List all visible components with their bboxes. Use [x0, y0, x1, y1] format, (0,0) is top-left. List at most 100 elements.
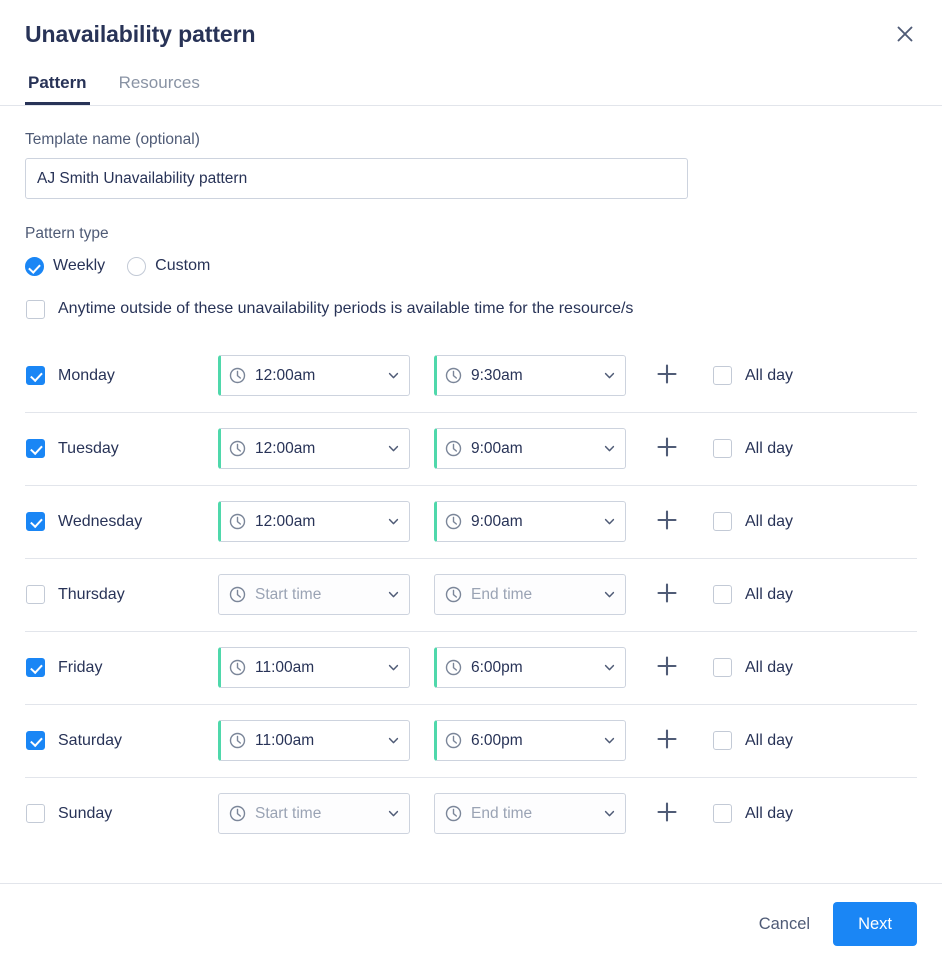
all-day-toggle-thursday[interactable]: All day — [713, 585, 793, 605]
chevron-down-icon[interactable] — [387, 807, 400, 820]
end-time-value: End time — [471, 585, 594, 605]
day-checkbox-thursday[interactable] — [26, 585, 45, 604]
chevron-down-icon[interactable] — [387, 442, 400, 455]
cancel-button[interactable]: Cancel — [744, 904, 825, 944]
chevron-down-icon[interactable] — [603, 661, 616, 674]
all-day-checkbox-saturday[interactable] — [713, 731, 732, 750]
chevron-down-icon[interactable] — [603, 588, 616, 601]
start-time-select-thursday[interactable]: Start time — [218, 574, 410, 615]
anytime-outside-checkbox[interactable] — [26, 300, 45, 319]
end-time-value: 9:00am — [471, 512, 594, 532]
radio-option-weekly[interactable]: Weekly — [25, 256, 105, 276]
chevron-down-icon[interactable] — [387, 515, 400, 528]
day-toggle-saturday[interactable]: Saturday — [25, 731, 218, 751]
chevron-down-icon[interactable] — [603, 369, 616, 382]
day-checkbox-sunday[interactable] — [26, 804, 45, 823]
tab-pattern[interactable]: Pattern — [25, 73, 90, 105]
day-checkbox-friday[interactable] — [26, 658, 45, 677]
add-time-range-button-wednesday[interactable] — [651, 506, 683, 538]
chevron-down-icon[interactable] — [387, 369, 400, 382]
all-day-toggle-monday[interactable]: All day — [713, 366, 793, 386]
start-time-value: 11:00am — [255, 731, 378, 751]
clock-icon — [229, 586, 246, 603]
add-time-range-button-friday[interactable] — [651, 652, 683, 684]
all-day-toggle-friday[interactable]: All day — [713, 658, 793, 678]
chevron-down-icon[interactable] — [387, 661, 400, 674]
start-time-value: 12:00am — [255, 439, 378, 459]
end-time-value: 9:00am — [471, 439, 594, 459]
start-time-select-saturday[interactable]: 11:00am — [218, 720, 410, 761]
start-time-select-tuesday[interactable]: 12:00am — [218, 428, 410, 469]
all-day-checkbox-monday[interactable] — [713, 366, 732, 385]
all-day-checkbox-friday[interactable] — [713, 658, 732, 677]
add-time-range-button-tuesday[interactable] — [651, 433, 683, 465]
next-button[interactable]: Next — [833, 902, 917, 946]
start-time-select-wednesday[interactable]: 12:00am — [218, 501, 410, 542]
day-toggle-tuesday[interactable]: Tuesday — [25, 439, 218, 459]
tab-bar: Pattern Resources — [25, 66, 918, 105]
clock-icon — [445, 659, 462, 676]
day-toggle-monday[interactable]: Monday — [25, 366, 218, 386]
all-day-checkbox-tuesday[interactable] — [713, 439, 732, 458]
add-time-range-button-saturday[interactable] — [651, 725, 683, 757]
day-label: Thursday — [58, 585, 125, 605]
start-time-value: 12:00am — [255, 366, 378, 386]
radio-weekly-label: Weekly — [53, 256, 105, 276]
all-day-checkbox-wednesday[interactable] — [713, 512, 732, 531]
chevron-down-icon[interactable] — [603, 807, 616, 820]
dialog-body: Template name (optional) Pattern type We… — [0, 106, 942, 883]
add-time-range-button-thursday[interactable] — [651, 579, 683, 611]
all-day-toggle-sunday[interactable]: All day — [713, 804, 793, 824]
all-day-toggle-saturday[interactable]: All day — [713, 731, 793, 751]
day-toggle-friday[interactable]: Friday — [25, 658, 218, 678]
end-time-select-wednesday[interactable]: 9:00am — [434, 501, 626, 542]
end-time-select-thursday[interactable]: End time — [434, 574, 626, 615]
day-toggle-wednesday[interactable]: Wednesday — [25, 512, 218, 532]
day-toggle-thursday[interactable]: Thursday — [25, 585, 218, 605]
all-day-label: All day — [745, 658, 793, 678]
end-time-select-friday[interactable]: 6:00pm — [434, 647, 626, 688]
all-day-label: All day — [745, 366, 793, 386]
chevron-down-icon[interactable] — [603, 734, 616, 747]
day-row: Tuesday 12:00am 9:00am All day — [25, 412, 917, 485]
all-day-checkbox-thursday[interactable] — [713, 585, 732, 604]
all-day-checkbox-sunday[interactable] — [713, 804, 732, 823]
end-time-select-saturday[interactable]: 6:00pm — [434, 720, 626, 761]
radio-option-custom[interactable]: Custom — [127, 256, 210, 276]
day-toggle-sunday[interactable]: Sunday — [25, 804, 218, 824]
radio-weekly-indicator[interactable] — [25, 257, 44, 276]
add-time-range-button-sunday[interactable] — [651, 798, 683, 830]
all-day-label: All day — [745, 512, 793, 532]
start-time-select-monday[interactable]: 12:00am — [218, 355, 410, 396]
end-time-select-monday[interactable]: 9:30am — [434, 355, 626, 396]
day-label: Saturday — [58, 731, 122, 751]
start-time-select-friday[interactable]: 11:00am — [218, 647, 410, 688]
day-label: Friday — [58, 658, 102, 678]
start-time-value: Start time — [255, 585, 378, 605]
anytime-outside-checkbox-row[interactable]: Anytime outside of these unavailability … — [25, 299, 917, 319]
end-time-select-tuesday[interactable]: 9:00am — [434, 428, 626, 469]
radio-custom-indicator[interactable] — [127, 257, 146, 276]
all-day-toggle-wednesday[interactable]: All day — [713, 512, 793, 532]
end-time-select-sunday[interactable]: End time — [434, 793, 626, 834]
day-checkbox-wednesday[interactable] — [26, 512, 45, 531]
add-time-range-button-monday[interactable] — [651, 360, 683, 392]
tab-resources[interactable]: Resources — [116, 73, 203, 105]
all-day-label: All day — [745, 731, 793, 751]
day-checkbox-tuesday[interactable] — [26, 439, 45, 458]
template-name-input[interactable] — [25, 158, 688, 199]
day-label: Monday — [58, 366, 115, 386]
close-button[interactable] — [890, 19, 920, 49]
chevron-down-icon[interactable] — [603, 442, 616, 455]
chevron-down-icon[interactable] — [387, 588, 400, 601]
close-icon — [895, 24, 915, 44]
day-checkbox-saturday[interactable] — [26, 731, 45, 750]
all-day-toggle-tuesday[interactable]: All day — [713, 439, 793, 459]
chevron-down-icon[interactable] — [603, 515, 616, 528]
plus-icon — [656, 582, 678, 607]
start-time-select-sunday[interactable]: Start time — [218, 793, 410, 834]
day-checkbox-monday[interactable] — [26, 366, 45, 385]
plus-icon — [656, 509, 678, 534]
day-row: Monday 12:00am 9:30am All day — [25, 339, 917, 412]
chevron-down-icon[interactable] — [387, 734, 400, 747]
